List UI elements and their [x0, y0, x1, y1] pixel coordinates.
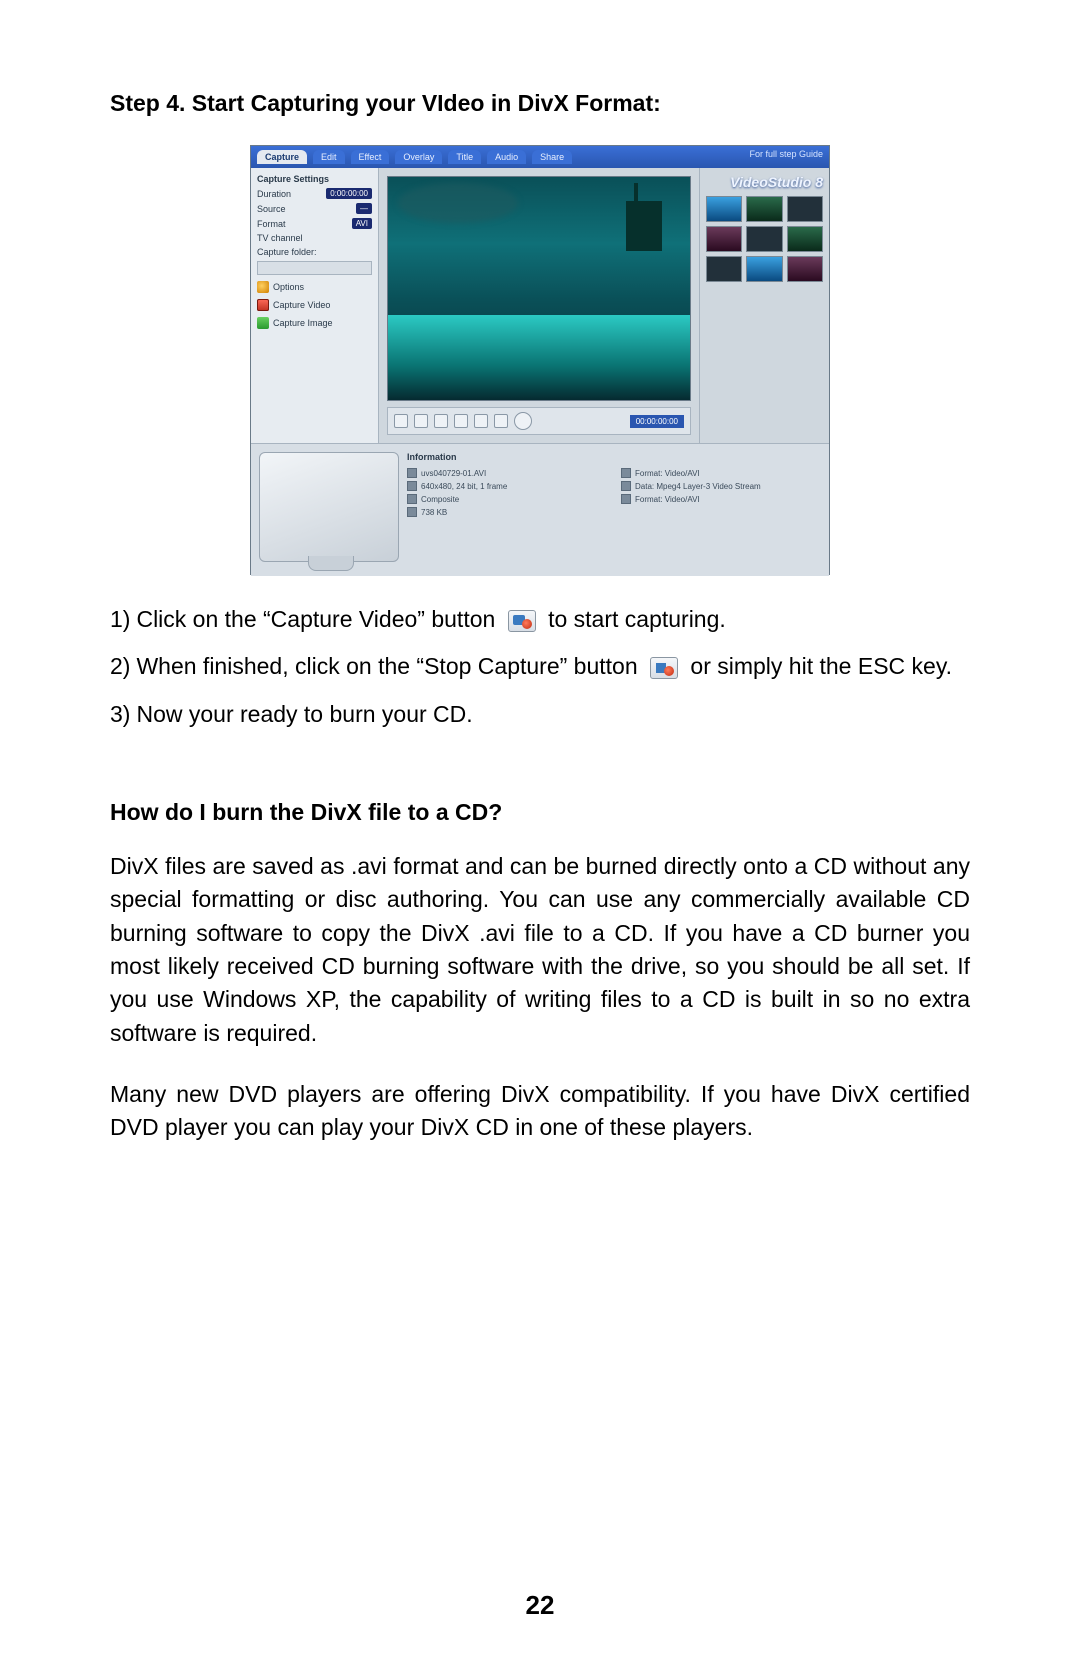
- vs-row-label: Source: [257, 204, 286, 214]
- ffwd-icon: [494, 414, 508, 428]
- library-thumb: [787, 226, 823, 252]
- library-thumb: [746, 226, 782, 252]
- capture-video-icon: [508, 610, 536, 632]
- jog-icon: [514, 412, 532, 430]
- library-thumb: [706, 226, 742, 252]
- vs-folder-field: [257, 261, 372, 275]
- vs-row-value: AVI: [352, 218, 372, 229]
- vs-link-label: Capture Image: [273, 318, 333, 328]
- vs-info-text: uvs040729-01.AVI: [421, 469, 486, 478]
- subsection-heading: How do I burn the DivX file to a CD?: [110, 799, 970, 826]
- vs-link-options: Options: [257, 281, 372, 293]
- step-text: When finished, click on the “Stop Captur…: [136, 653, 637, 679]
- step-text: or simply hit the ESC key.: [690, 653, 952, 679]
- vs-guide-link: For full step Guide: [749, 149, 823, 159]
- vs-tab-effect: Effect: [351, 150, 390, 164]
- vs-folder-label: Capture folder:: [257, 247, 372, 257]
- library-thumb: [746, 256, 782, 282]
- library-thumb: [706, 256, 742, 282]
- vs-tab-audio: Audio: [487, 150, 526, 164]
- section-heading: Step 4. Start Capturing your VIdeo in Di…: [110, 90, 970, 117]
- instruction-item: 3) Now your ready to burn your CD.: [110, 698, 970, 731]
- vs-preview-canvas: [387, 176, 691, 401]
- instruction-item: 2) When finished, click on the “Stop Cap…: [110, 650, 970, 683]
- vs-tab-bar: Capture Edit Effect Overlay Title Audio …: [251, 146, 829, 168]
- videostudio-screenshot: Capture Edit Effect Overlay Title Audio …: [250, 145, 830, 575]
- vs-playback-controls: 00:00:00:00: [387, 407, 691, 435]
- vs-info-heading: Information: [407, 452, 821, 462]
- step-text: Click on the “Capture Video” button: [136, 606, 495, 632]
- instruction-list: 1) Click on the “Capture Video” button t…: [110, 603, 970, 731]
- library-thumb: [706, 196, 742, 222]
- library-thumb: [746, 196, 782, 222]
- prev-icon: [434, 414, 448, 428]
- file-icon: [621, 468, 631, 478]
- instruction-item: 1) Click on the “Capture Video” button t…: [110, 603, 970, 636]
- page-number: 22: [0, 1590, 1080, 1621]
- step-number: 1): [110, 603, 130, 636]
- vs-info-text: Format: Video/AVI: [635, 469, 700, 478]
- vs-info-text: 640x480, 24 bit, 1 frame: [421, 482, 507, 491]
- vs-left-panel: Capture Settings Duration 0:00:00:00 Sour…: [251, 168, 379, 443]
- vs-link-capture-video: Capture Video: [257, 299, 372, 311]
- step-text: to start capturing.: [548, 606, 726, 632]
- step-number: 2): [110, 650, 130, 683]
- rewind-icon: [474, 414, 488, 428]
- stop-icon: [414, 414, 428, 428]
- file-icon: [407, 468, 417, 478]
- step-number: 3): [110, 698, 130, 731]
- step-text: Now your ready to burn your CD.: [136, 698, 472, 731]
- vs-link-label: Options: [273, 282, 304, 292]
- vs-info-text: Data: Mpeg4 Layer-3 Video Stream: [635, 482, 761, 491]
- vs-row-label: TV channel: [257, 233, 303, 243]
- vs-tab-share: Share: [532, 150, 572, 164]
- vs-row-value: —: [356, 203, 372, 214]
- vs-row-label: Format: [257, 219, 286, 229]
- vs-tab-overlay: Overlay: [395, 150, 442, 164]
- vs-link-label: Capture Video: [273, 300, 330, 310]
- vs-library-panel: VideoStudio 8: [699, 168, 829, 443]
- record-icon: [257, 299, 269, 311]
- vs-info-text: 738 KB: [421, 508, 447, 517]
- body-paragraph: DivX files are saved as .avi format and …: [110, 850, 970, 1050]
- file-icon: [407, 507, 417, 517]
- file-icon: [407, 494, 417, 504]
- file-icon: [407, 481, 417, 491]
- vs-row-label: Duration: [257, 189, 291, 199]
- vs-tab-title: Title: [448, 150, 481, 164]
- screenshot-figure: Capture Edit Effect Overlay Title Audio …: [110, 145, 970, 575]
- library-thumb: [787, 256, 823, 282]
- vs-info-text: Composite: [421, 495, 459, 504]
- vs-row-value: 0:00:00:00: [326, 188, 372, 199]
- vs-app-logo: VideoStudio 8: [706, 174, 823, 190]
- next-icon: [454, 414, 468, 428]
- vs-tab-edit: Edit: [313, 150, 345, 164]
- vs-timecode: 00:00:00:00: [630, 415, 684, 428]
- gear-icon: [257, 281, 269, 293]
- monitor-illustration: [259, 452, 399, 562]
- play-icon: [394, 414, 408, 428]
- vs-tab-capture: Capture: [257, 150, 307, 164]
- body-paragraph: Many new DVD players are offering DivX c…: [110, 1078, 970, 1145]
- file-icon: [621, 494, 631, 504]
- camera-icon: [257, 317, 269, 329]
- vs-info-text: Format: Video/AVI: [635, 495, 700, 504]
- vs-link-capture-image: Capture Image: [257, 317, 372, 329]
- library-thumb: [787, 196, 823, 222]
- file-icon: [621, 481, 631, 491]
- vs-left-title: Capture Settings: [257, 174, 372, 184]
- stop-capture-icon: [650, 657, 678, 679]
